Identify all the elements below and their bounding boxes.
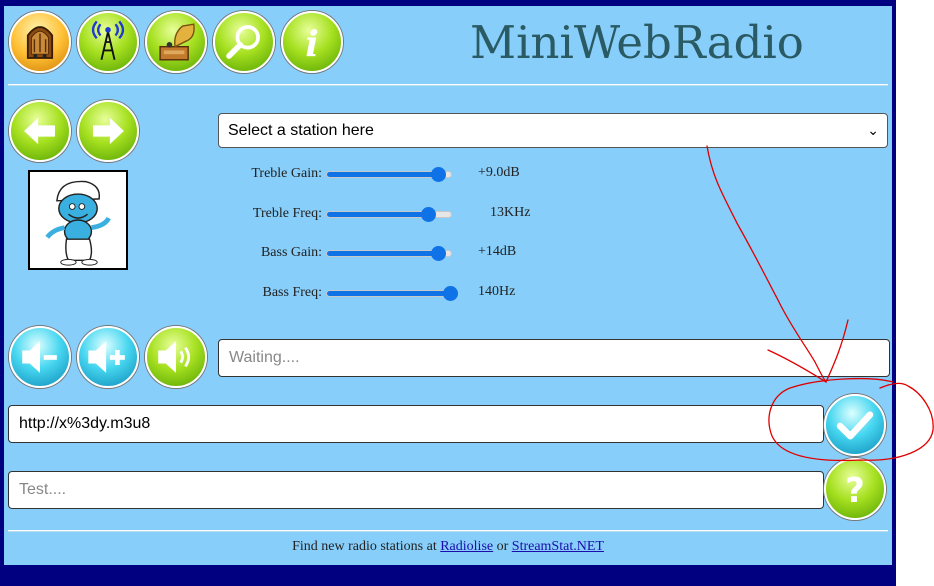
svg-text:i: i — [305, 24, 319, 65]
slider-label: Bass Freq: — [262, 285, 323, 300]
url-input[interactable]: http://x%3dy.m3u8 — [8, 405, 824, 443]
antenna-icon[interactable] — [77, 11, 139, 73]
divider-bottom — [8, 530, 888, 531]
slider-thumb[interactable] — [430, 246, 446, 261]
slider-track[interactable] — [326, 246, 452, 261]
slider-value: 13KHz — [490, 205, 531, 220]
confirm-button[interactable] — [824, 394, 886, 456]
slider-thumb[interactable] — [430, 167, 446, 182]
slider-track[interactable] — [326, 207, 452, 222]
divider-top — [8, 84, 888, 85]
radiolise-link[interactable]: Radiolise — [440, 539, 493, 554]
svg-text:?: ? — [845, 471, 865, 510]
volume-up-button[interactable] — [77, 326, 139, 388]
slider-thumb[interactable] — [420, 207, 436, 222]
previous-station-button[interactable] — [9, 100, 71, 162]
station-logo-image — [28, 170, 128, 270]
slider-label: Treble Freq: — [252, 206, 322, 221]
mute-button[interactable] — [145, 326, 207, 388]
radio-icon[interactable] — [9, 11, 71, 73]
slider-fill — [327, 251, 439, 256]
slider-label: Treble Gain: — [251, 166, 322, 181]
streamstat-link[interactable]: StreamStat.NET — [512, 539, 604, 554]
footer: Find new radio stations at Radiolise or … — [4, 539, 892, 555]
slider-fill — [327, 172, 439, 177]
station-select-value: Select a station here — [228, 122, 374, 139]
footer-text: Find new radio stations at — [292, 539, 441, 554]
volume-down-button[interactable] — [9, 326, 71, 388]
next-station-button[interactable] — [77, 100, 139, 162]
search-icon[interactable] — [213, 11, 275, 73]
chevron-down-icon: ⌄ — [867, 122, 879, 138]
test-input[interactable]: Test.... — [8, 471, 824, 509]
slider-value: 140Hz — [478, 284, 516, 299]
slider-label: Bass Gain: — [260, 245, 322, 260]
help-button[interactable]: ? — [824, 458, 886, 520]
slider-fill — [327, 212, 429, 217]
slider-value: +14dB — [478, 244, 517, 259]
gramophone-icon[interactable] — [145, 11, 207, 73]
slider-track[interactable] — [326, 167, 452, 182]
slider-thumb[interactable] — [443, 286, 458, 301]
main-panel: i MiniWebRadio Select a station here ⌄ T… — [4, 6, 892, 565]
station-select[interactable]: Select a station here ⌄ — [218, 113, 888, 148]
smurf-icon — [45, 180, 111, 266]
slider-track[interactable] — [326, 286, 458, 301]
app-title: MiniWebRadio — [470, 16, 804, 69]
slider-value: +9.0dB — [478, 165, 520, 180]
footer-text-or: or — [493, 539, 512, 554]
status-field[interactable]: Waiting.... — [218, 339, 890, 377]
slider-fill — [327, 291, 451, 296]
info-icon[interactable]: i — [281, 11, 343, 73]
